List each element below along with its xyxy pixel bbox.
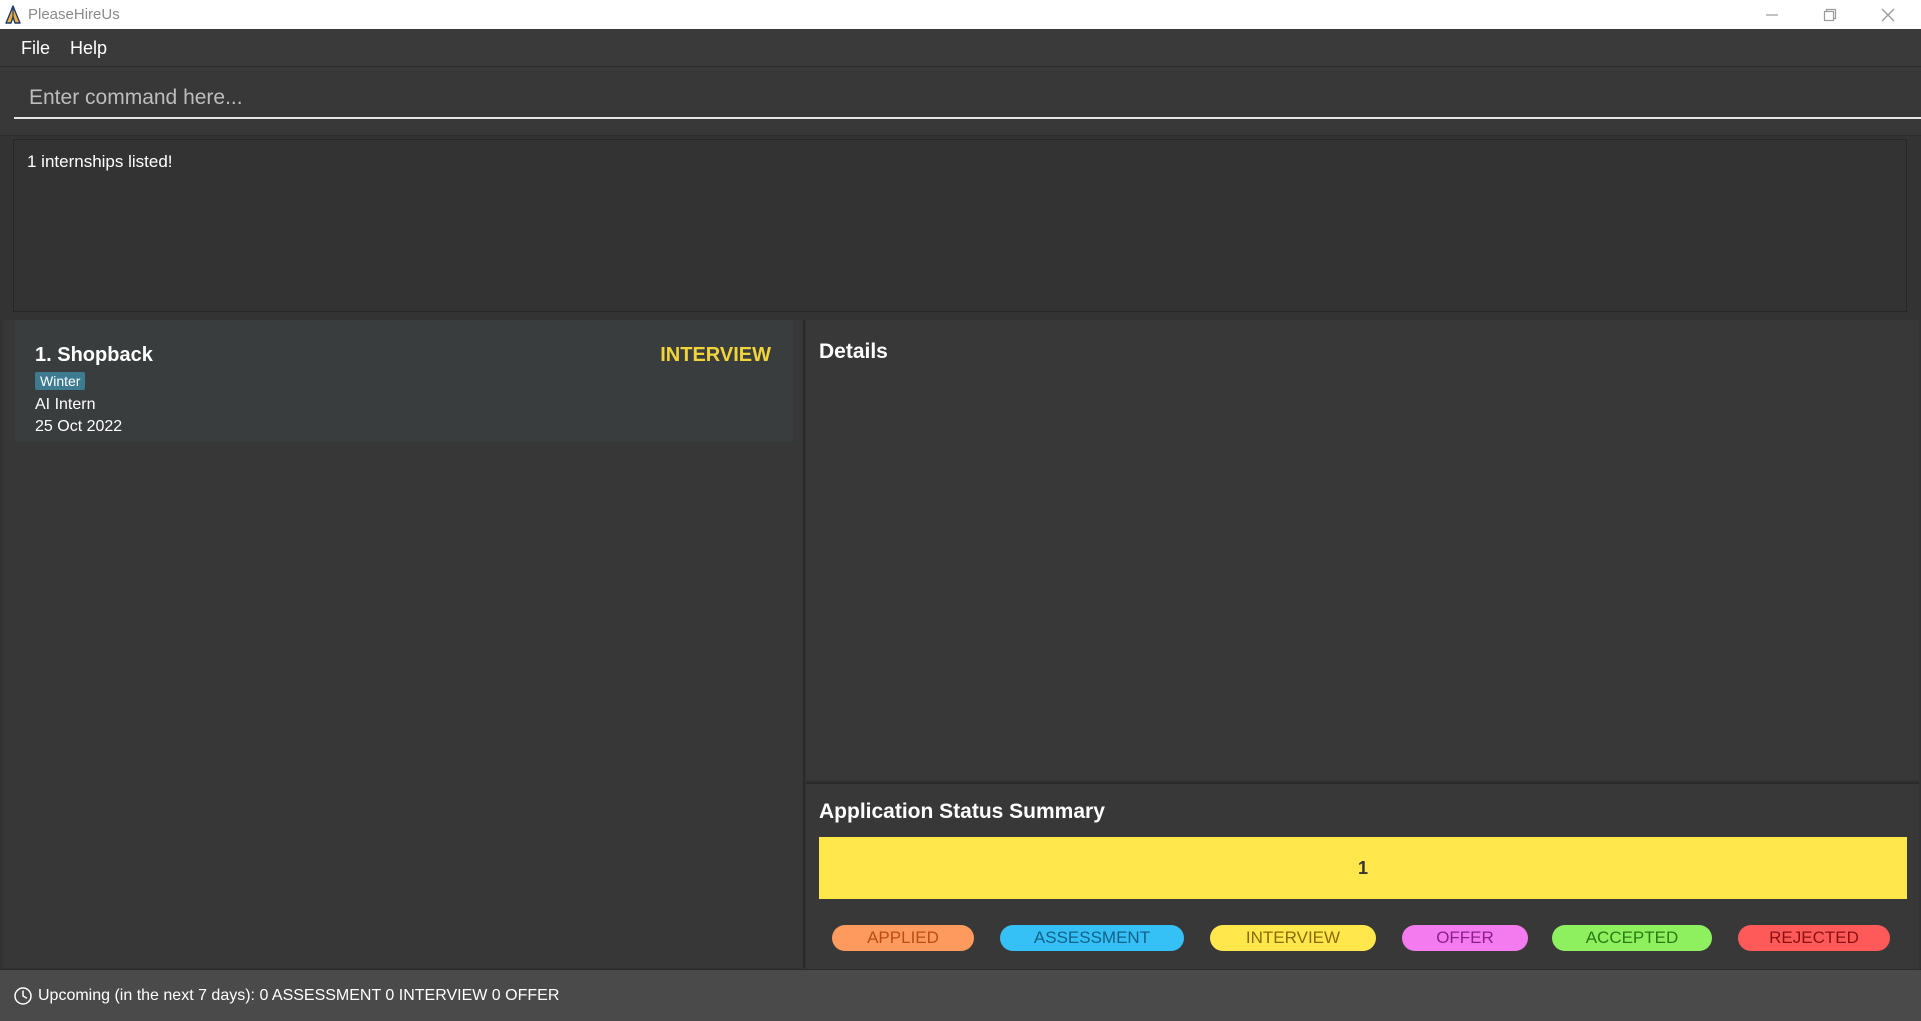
internship-date: 25 Oct 2022 xyxy=(35,418,123,435)
internship-list-panel[interactable]: 1. Shopback INTERVIEW Winter AI Intern 2… xyxy=(3,320,805,968)
internship-role: AI Intern xyxy=(35,396,96,413)
title-bar: PleaseHireUs xyxy=(0,0,1921,29)
command-input[interactable] xyxy=(14,79,1921,119)
status-bar: Upcoming (in the next 7 days): 0 ASSESSM… xyxy=(0,969,1921,1021)
close-button[interactable] xyxy=(1860,0,1916,29)
legend-offer: OFFER xyxy=(1402,925,1528,951)
summary-bar-count: 1 xyxy=(1357,857,1368,878)
restore-icon xyxy=(1823,8,1837,21)
window-title: PleaseHireUs xyxy=(28,6,120,23)
legend-interview: INTERVIEW xyxy=(1210,925,1376,951)
menu-help[interactable]: Help xyxy=(70,38,107,59)
result-message: 1 internships listed! xyxy=(27,152,173,171)
command-box xyxy=(0,66,1921,136)
summary-bar-interview: 1 xyxy=(819,837,1907,899)
details-panel: Details xyxy=(806,320,1919,780)
close-icon xyxy=(1881,8,1895,21)
summary-title: Application Status Summary xyxy=(819,800,1105,823)
status-summary-panel: Application Status Summary 1 APPLIED ASS… xyxy=(806,782,1919,970)
internship-company: 1. Shopback xyxy=(35,344,153,366)
internship-card[interactable]: 1. Shopback INTERVIEW Winter AI Intern 2… xyxy=(15,320,793,442)
details-title: Details xyxy=(819,340,888,363)
legend-accepted: ACCEPTED xyxy=(1552,925,1712,951)
minimize-icon xyxy=(1766,13,1778,16)
praying-hands-icon xyxy=(5,5,21,24)
upcoming-summary: Upcoming (in the next 7 days): 0 ASSESSM… xyxy=(38,987,560,1004)
legend-rejected: REJECTED xyxy=(1738,925,1890,951)
minimize-button[interactable] xyxy=(1744,0,1800,29)
internship-status: INTERVIEW xyxy=(660,344,771,366)
menu-bar: File Help xyxy=(0,29,1921,67)
restore-button[interactable] xyxy=(1802,0,1858,29)
clock-icon xyxy=(14,987,32,1005)
legend-assessment: ASSESSMENT xyxy=(1000,925,1184,951)
internship-tag: Winter xyxy=(35,372,86,390)
legend-applied: APPLIED xyxy=(832,925,974,951)
menu-file[interactable]: File xyxy=(21,38,50,59)
result-display: 1 internships listed! xyxy=(13,139,1907,312)
